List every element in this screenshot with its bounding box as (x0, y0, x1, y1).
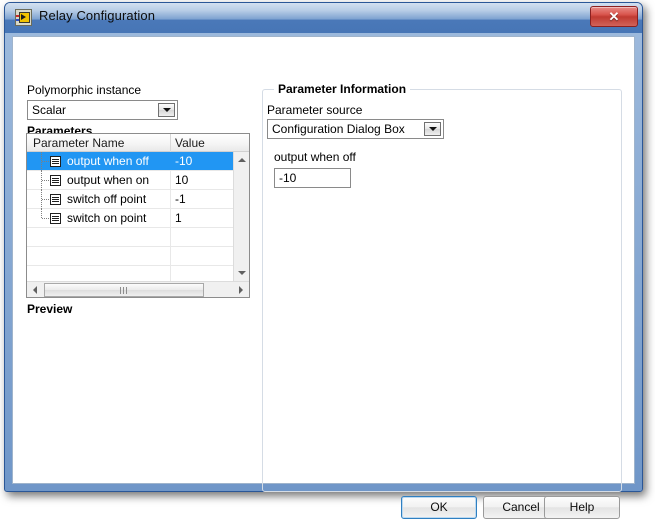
cell-parameter-name: output when on (67, 173, 149, 187)
labview-vi-icon (15, 9, 32, 26)
parameter-information-title: Parameter Information (274, 82, 410, 96)
polymorphic-instance-value: Scalar (32, 103, 66, 117)
scroll-up-icon[interactable] (234, 152, 250, 168)
close-icon: ✕ (591, 9, 637, 25)
table-row[interactable] (27, 247, 233, 266)
scroll-left-icon[interactable] (27, 282, 43, 298)
parameter-value-label: output when off (274, 150, 356, 164)
table-row[interactable] (27, 266, 233, 281)
table-row[interactable]: output when off -10 (27, 152, 233, 171)
chevron-down-icon[interactable] (158, 103, 175, 117)
parameter-node-icon (50, 175, 61, 186)
parameter-source-combobox[interactable]: Configuration Dialog Box (267, 119, 444, 139)
tree-branch-icon (42, 218, 49, 219)
polymorphic-instance-label: Polymorphic instance (27, 83, 141, 97)
parameter-node-icon (50, 213, 61, 224)
table-row[interactable]: switch on point 1 (27, 209, 233, 228)
parameter-node-icon (50, 194, 61, 205)
grip-icon (120, 287, 129, 294)
cell-parameter-value: -1 (175, 192, 186, 206)
cell-parameter-value: -10 (175, 154, 192, 168)
table-row[interactable] (27, 228, 233, 247)
tree-branch-icon (42, 180, 49, 181)
close-button[interactable]: ✕ (590, 6, 638, 27)
cell-parameter-name: switch on point (67, 211, 146, 225)
cell-parameter-name: output when off (67, 154, 149, 168)
parameter-value-input[interactable]: -10 (274, 168, 351, 188)
tree-branch-icon (42, 161, 49, 162)
parameters-table[interactable]: Parameter Name Value output when off -10 (26, 133, 250, 298)
parameter-node-icon (50, 156, 61, 167)
cell-parameter-value: 1 (175, 211, 182, 225)
chevron-down-icon[interactable] (424, 122, 441, 136)
dialog-client-area: Polymorphic instance Scalar Parameters P… (12, 36, 635, 484)
preview-label: Preview (27, 302, 72, 316)
horizontal-scroll-thumb[interactable] (44, 283, 204, 297)
parameters-table-header: Parameter Name Value (27, 134, 249, 152)
cell-parameter-value: 10 (175, 173, 188, 187)
window-title: Relay Configuration (39, 8, 155, 23)
table-row[interactable]: output when on 10 (27, 171, 233, 190)
polymorphic-instance-combobox[interactable]: Scalar (27, 100, 178, 120)
tree-branch-icon (42, 199, 49, 200)
scroll-right-icon[interactable] (233, 282, 249, 298)
parameter-source-value: Configuration Dialog Box (272, 122, 405, 136)
cell-parameter-name: switch off point (67, 192, 146, 206)
parameters-table-body: output when off -10 output when on 10 (27, 152, 233, 281)
dialog-window: Relay Configuration ✕ Polymorphic instan… (4, 2, 643, 492)
parameter-source-label: Parameter source (267, 103, 362, 117)
parameter-value-input-text: -10 (279, 171, 296, 185)
header-separator (170, 134, 171, 152)
table-horizontal-scrollbar[interactable] (27, 281, 249, 297)
table-vertical-scrollbar[interactable] (233, 152, 249, 281)
scroll-down-icon[interactable] (234, 265, 250, 281)
column-header-value: Value (175, 136, 205, 150)
table-row[interactable]: switch off point -1 (27, 190, 233, 209)
column-header-parameter-name: Parameter Name (33, 136, 124, 150)
title-bar: Relay Configuration ✕ (5, 3, 642, 33)
